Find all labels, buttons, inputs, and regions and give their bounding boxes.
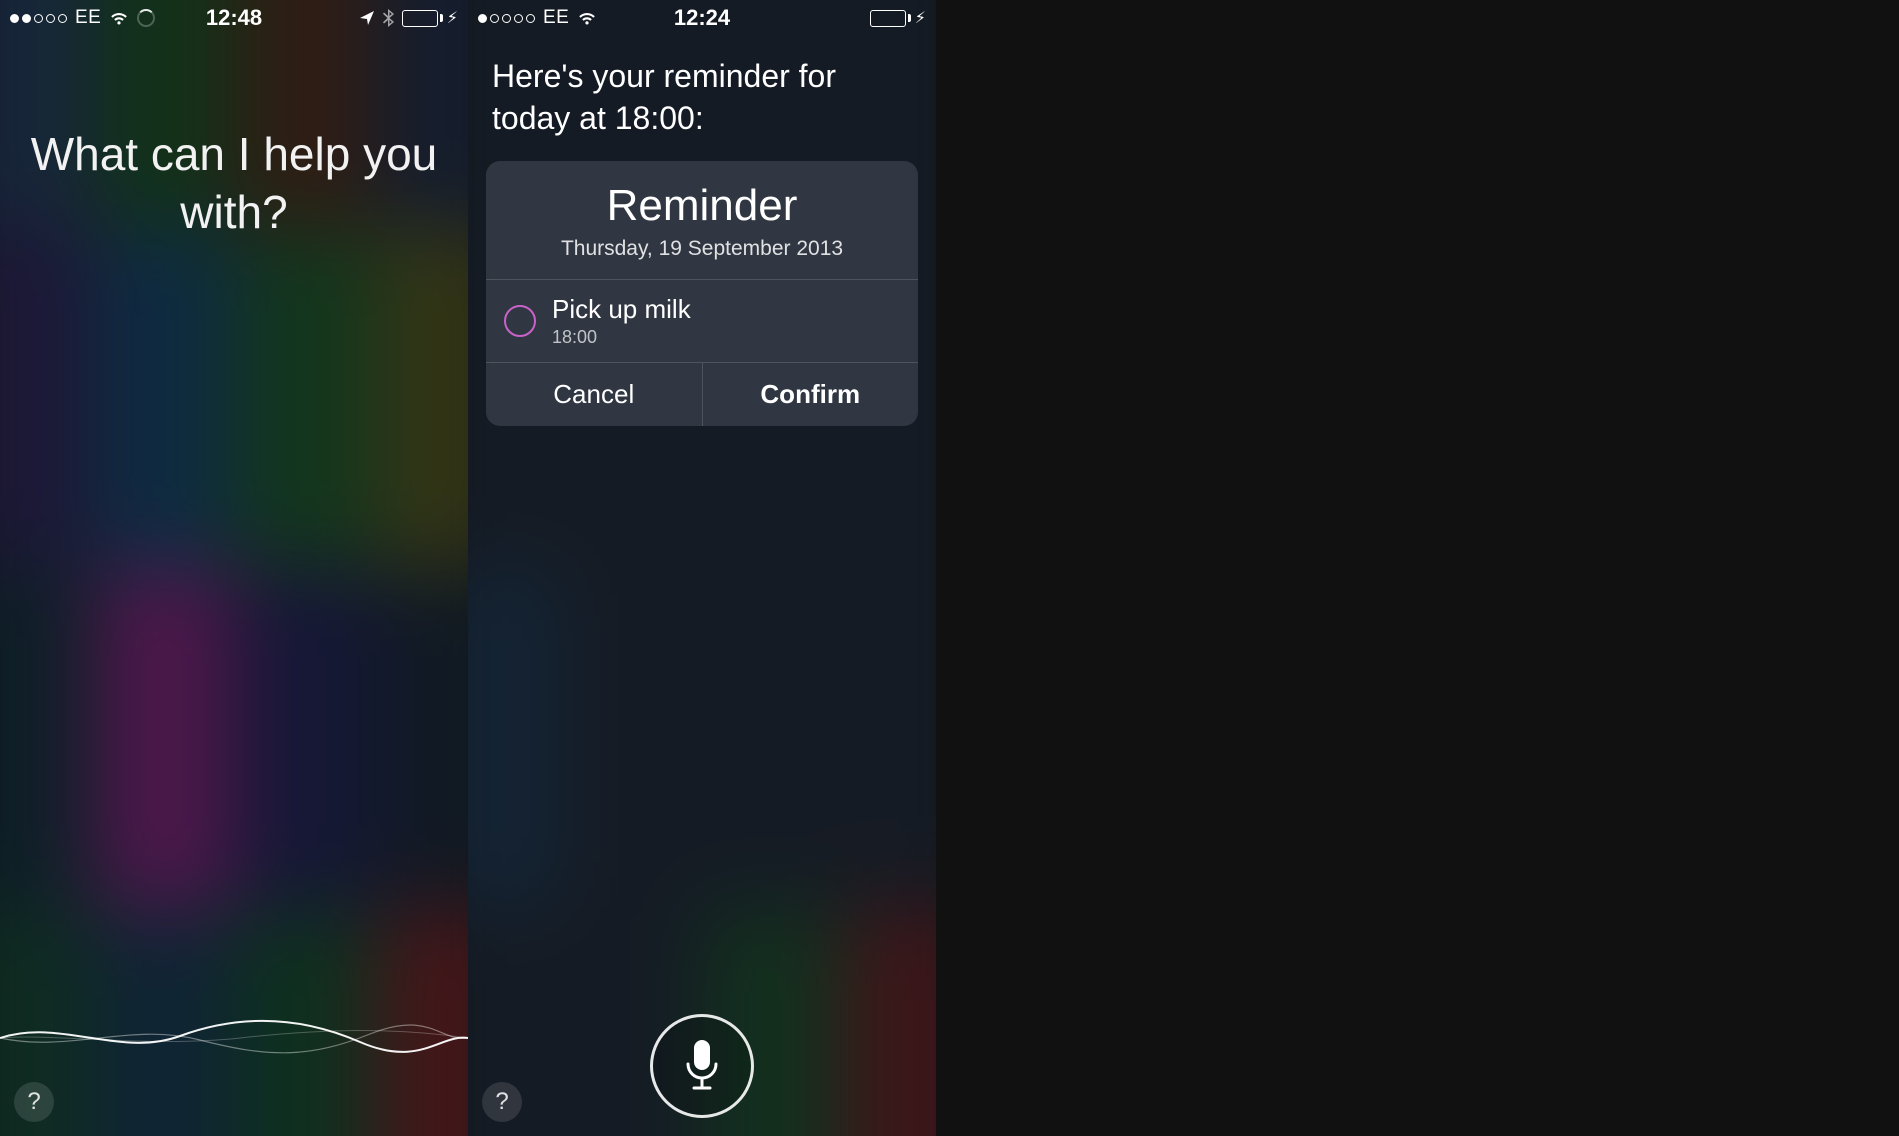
siri-mic-button[interactable] [650,1014,754,1118]
siri-waveform [0,1008,468,1068]
card-title: Reminder [498,181,906,231]
siri-prompt: What can I help you with? [0,126,468,241]
reminder-text: Pick up milk [552,294,691,325]
signal-dots [478,14,535,23]
help-icon: ? [495,1088,508,1116]
reminder-radio-icon[interactable] [504,305,536,337]
signal-dots [10,14,67,23]
location-icon [359,10,375,26]
help-button[interactable]: ? [14,1082,54,1122]
loading-spinner-icon [137,9,155,27]
battery-icon: ⚡︎ [402,8,458,28]
clock: 12:24 [674,5,730,31]
reminder-item[interactable]: Pick up milk 18:00 [486,280,918,363]
microphone-icon [680,1036,724,1096]
battery-icon: ⚡︎ [870,8,926,28]
bluetooth-icon [383,9,394,27]
wifi-icon [577,11,597,26]
help-button[interactable]: ? [482,1082,522,1122]
card-subtitle: Thursday, 19 September 2013 [498,237,906,261]
status-bar: EE 12:48 ⚡︎ [0,0,468,36]
siri-panel-prompt: EE 12:48 ⚡︎ What [0,0,468,1136]
confirm-button[interactable]: Confirm [703,363,919,426]
siri-response-text: Here's your reminder for today at 18:00: [492,56,912,139]
carrier-label: EE [75,7,101,29]
clock: 12:48 [206,5,262,31]
cancel-button[interactable]: Cancel [486,363,703,426]
charging-bolt-icon: ⚡︎ [915,8,926,28]
status-bar: EE 12:24 ⚡︎ [468,0,936,36]
reminder-card: Reminder Thursday, 19 September 2013 Pic… [486,161,918,426]
siri-panel-reminder: EE 12:24 ⚡︎ Here's your reminder for tod… [468,0,936,1136]
help-icon: ? [27,1088,40,1116]
charging-bolt-icon: ⚡︎ [447,8,458,28]
wifi-icon [109,11,129,26]
carrier-label: EE [543,7,569,29]
reminder-time: 18:00 [552,327,691,348]
